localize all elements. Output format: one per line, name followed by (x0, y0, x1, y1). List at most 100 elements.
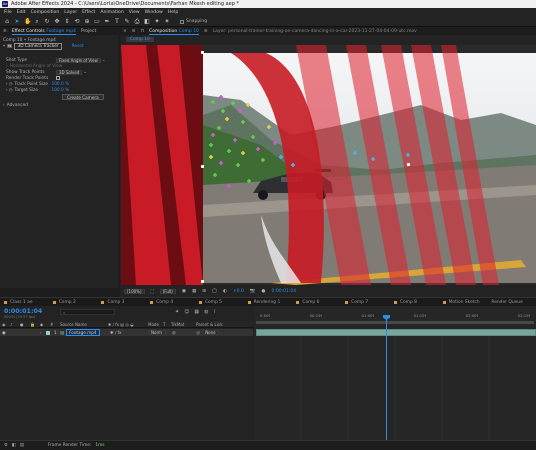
motion-blur-icon[interactable]: ◍ (204, 309, 208, 315)
track-point-size-value[interactable]: 100.0 % (51, 82, 69, 87)
mask-visibility-icon[interactable]: ◯ (212, 289, 217, 294)
exposure-value[interactable]: +0.0 (233, 289, 244, 294)
timeline-tab[interactable]: Rendering 1 (244, 300, 293, 305)
timeline-tab[interactable]: Class 1 ae (0, 300, 49, 305)
panel-menu-icon[interactable]: ≡ (3, 29, 7, 34)
chevron-down-icon[interactable]: ⌄ (83, 70, 87, 75)
timeline-tab[interactable]: Comp 6 (292, 300, 341, 305)
resolution-dropdown[interactable]: (Full) (159, 289, 176, 294)
trkmat-dropdown[interactable]: ◎ (166, 330, 196, 335)
menu-window[interactable]: Window (145, 10, 163, 15)
puppet-pin-icon[interactable]: ✶ (164, 18, 170, 25)
column-source-name[interactable]: Source Name (60, 322, 108, 327)
lock-icon[interactable]: ⊓ (141, 29, 145, 34)
menu-effect[interactable]: Effect (82, 10, 95, 15)
visibility-eye-icon[interactable]: ◉ (0, 330, 10, 335)
viewer-timecode[interactable]: 0:00:01:04 (271, 289, 296, 294)
pan-camera-icon[interactable]: ✥ (54, 18, 60, 25)
timeline-tab[interactable]: Comp 8 (390, 300, 439, 305)
expand-triangle-icon[interactable]: › (6, 88, 8, 93)
expand-triangle-icon[interactable]: › (6, 82, 8, 87)
layer-label-color[interactable] (46, 330, 50, 335)
dolly-camera-icon[interactable]: ⇕ (64, 18, 70, 25)
tab-layer[interactable]: Layer: personal-trainer-training-on-came… (213, 29, 417, 34)
rotate-tool-icon[interactable]: ⟲ (74, 18, 80, 25)
shot-type-dropdown[interactable]: Fixed Angle of View (56, 57, 101, 63)
render-settings-icon[interactable]: ⚙ (4, 443, 8, 448)
layer-mode-dropdown[interactable]: Norm (148, 330, 166, 335)
menu-composition[interactable]: Composition (31, 10, 60, 15)
clone-stamp-icon[interactable]: ⎙ (134, 18, 140, 25)
number-icon[interactable]: # (50, 322, 60, 327)
timeline-tab[interactable]: Comp 2 (49, 300, 98, 305)
layer-switches-icon[interactable]: ✱ ∕ fx ▤ ◎ ◒ (108, 322, 148, 327)
timeline-tab[interactable]: Comp 3 (97, 300, 146, 305)
column-t[interactable]: T (163, 322, 171, 327)
timeline-timecode[interactable]: 0:00:01:04 (4, 308, 42, 315)
pen-tool-icon[interactable]: ✒ (104, 18, 110, 25)
layer-name[interactable]: Footage.mp4 (66, 329, 100, 336)
render-track-points-checkbox[interactable] (56, 76, 60, 80)
timeline-tab[interactable]: Comp 4 (146, 300, 195, 305)
timeline-tab[interactable]: Render Queue (487, 300, 536, 305)
layer-switches-toggle-icon[interactable]: ◧ (12, 443, 16, 448)
fx-badge[interactable]: fx (7, 44, 13, 48)
audio-icon[interactable]: ♪ (10, 322, 20, 327)
column-mode[interactable]: Mode (148, 322, 163, 327)
shy-layers-icon[interactable]: ☺ (184, 309, 189, 315)
selection-tool-icon[interactable]: ➤ (14, 18, 20, 25)
layer-duration-bar[interactable] (256, 329, 536, 336)
draft-3d-icon[interactable]: ✦ (175, 309, 179, 315)
menu-file[interactable]: File (4, 10, 12, 15)
close-icon[interactable]: × (123, 29, 127, 34)
expand-triangle-icon[interactable]: ▾ (3, 44, 5, 49)
av-switch-icon[interactable]: ◉ (0, 322, 10, 327)
reset-link[interactable]: Reset (72, 44, 84, 49)
current-time-indicator[interactable] (386, 316, 387, 440)
tab-project[interactable]: Project (81, 29, 96, 34)
tab-effect-controls[interactable]: Effect Controls Footage mp4 (11, 29, 76, 35)
menu-layer[interactable]: Layer (64, 10, 77, 15)
timeline-search-input[interactable]: ⌕ (60, 309, 115, 315)
snapping-toggle[interactable]: Snapping (180, 19, 207, 24)
zoom-tool-icon[interactable]: ⌕ (34, 18, 40, 25)
menu-help[interactable]: Help (168, 10, 178, 15)
composition-canvas[interactable] (121, 45, 536, 285)
layer-switches[interactable]: ✱ ∕ fx (110, 330, 148, 335)
target-size-value[interactable]: 100.0 % (51, 88, 69, 93)
zoom-dropdown[interactable]: (100%) (124, 289, 145, 294)
transfer-controls-icon[interactable]: ▤ (20, 443, 24, 448)
show-channel-icon[interactable]: ● (262, 289, 266, 294)
solo-icon[interactable]: ● (20, 322, 30, 327)
pick-whip-icon[interactable]: @ (196, 330, 200, 335)
label-icon[interactable]: ◆ (40, 322, 50, 327)
column-trkmat[interactable]: TrkMat (171, 322, 196, 327)
lock-icon[interactable]: 🔒 (30, 322, 40, 327)
create-camera-button[interactable]: Create Camera (62, 94, 104, 100)
chevron-down-icon[interactable]: ⌄ (102, 58, 106, 63)
exposure-icon[interactable]: ◐ (223, 289, 227, 294)
transparency-grid-icon[interactable]: ▦ (192, 289, 196, 294)
timeline-layer-row[interactable]: ◉ › 1 ▤ Footage.mp4 ✱ ∕ fx Norm ◎ @ None (0, 329, 253, 336)
snapping-checkbox[interactable] (180, 19, 184, 24)
stopwatch-icon[interactable]: ◷ (9, 82, 13, 87)
expand-triangle-icon[interactable]: › (6, 64, 8, 69)
type-tool-icon[interactable]: T (114, 18, 120, 25)
frame-blending-icon[interactable]: ▦ (194, 309, 199, 315)
pan-behind-icon[interactable]: ⊕ (84, 18, 90, 25)
rectangle-tool-icon[interactable]: ▭ (94, 18, 100, 25)
timeline-tab[interactable]: Comp 5 (195, 300, 244, 305)
show-track-points-dropdown[interactable]: 3D Solved (56, 69, 83, 75)
menu-view[interactable]: View (129, 10, 140, 15)
timeline-tab[interactable]: Motion Sketch (439, 300, 488, 305)
home-icon[interactable]: ⌂ (4, 18, 10, 25)
menu-edit[interactable]: Edit (17, 10, 26, 15)
menu-animation[interactable]: Animation (100, 10, 123, 15)
comp-subtab[interactable]: Comp 10 (126, 36, 154, 42)
tab-composition[interactable]: Composition Comp 10 (149, 29, 199, 35)
orbit-camera-icon[interactable]: ↻ (44, 18, 50, 25)
column-parent-link[interactable]: Parent & Link (196, 322, 223, 327)
panel-menu-icon[interactable]: ≡ (204, 29, 208, 34)
work-area-bar[interactable] (256, 321, 534, 324)
region-of-interest-icon[interactable]: ▣ (182, 289, 186, 294)
